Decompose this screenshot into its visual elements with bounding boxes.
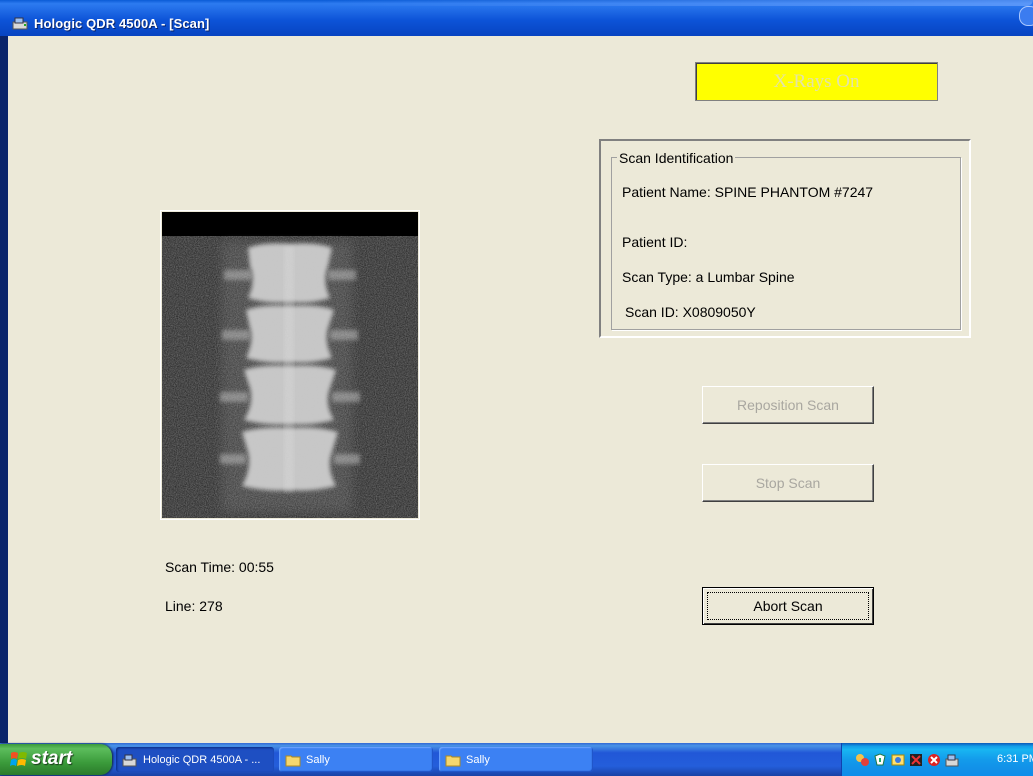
start-label: start (31, 748, 73, 769)
app-tray-icon[interactable] (944, 752, 960, 768)
taskbar-item-label: Hologic QDR 4500A - ... (143, 753, 261, 766)
scan-id-label: Scan ID: X0809050Y (625, 304, 756, 320)
xrays-on-indicator: X-Rays On (695, 62, 938, 101)
network-icon[interactable] (854, 752, 870, 768)
folder-icon (285, 755, 301, 766)
system-tray: 6:31 PM (841, 743, 1033, 776)
scan-type-label: Scan Type: a Lumbar Spine (622, 269, 795, 285)
scan-image-frame (160, 210, 420, 520)
folder-icon (445, 755, 461, 766)
app-icon[interactable] (12, 16, 30, 30)
scan-time-label: Scan Time: 00:55 (165, 559, 274, 575)
scan-identification-legend: Scan Identification (617, 150, 736, 166)
title-bar-sheen (320, 0, 1033, 6)
abort-scan-button[interactable]: Abort Scan (702, 587, 874, 625)
app-icon (122, 754, 137, 766)
window-title: Hologic QDR 4500A - [Scan] (34, 16, 210, 31)
taskbar-item-label: Sally (306, 753, 330, 766)
title-bar[interactable]: Hologic QDR 4500A - [Scan] (0, 0, 1033, 36)
antivirus-icon[interactable] (926, 752, 942, 768)
taskbar-item-sally-1[interactable]: Sally (279, 747, 433, 772)
stop-scan-button[interactable]: Stop Scan (702, 464, 874, 502)
taskbar-item-label: Sally (466, 753, 490, 766)
messenger-icon[interactable] (890, 752, 906, 768)
taskbar-item-sally-2[interactable]: Sally (439, 747, 593, 772)
line-count-label: Line: 278 (165, 598, 223, 614)
update-icon[interactable] (908, 752, 924, 768)
security-icon[interactable] (872, 752, 888, 768)
patient-name-label: Patient Name: SPINE PHANTOM #7247 (622, 184, 874, 200)
focus-rect (707, 592, 869, 620)
reposition-scan-button[interactable]: Reposition Scan (702, 386, 874, 424)
taskbar-item-hologic[interactable]: Hologic QDR 4500A - ... (116, 747, 274, 772)
clock[interactable]: 6:31 PM (997, 753, 1033, 765)
window-control-button[interactable] (1019, 6, 1033, 26)
patient-id-label: Patient ID: (622, 234, 688, 250)
spine-scan-image (162, 212, 418, 518)
windows-logo-icon (10, 752, 27, 766)
start-button[interactable]: start (0, 744, 112, 775)
taskbar: start Hologic QDR 4500A - ... Sally Sall… (0, 743, 1033, 776)
